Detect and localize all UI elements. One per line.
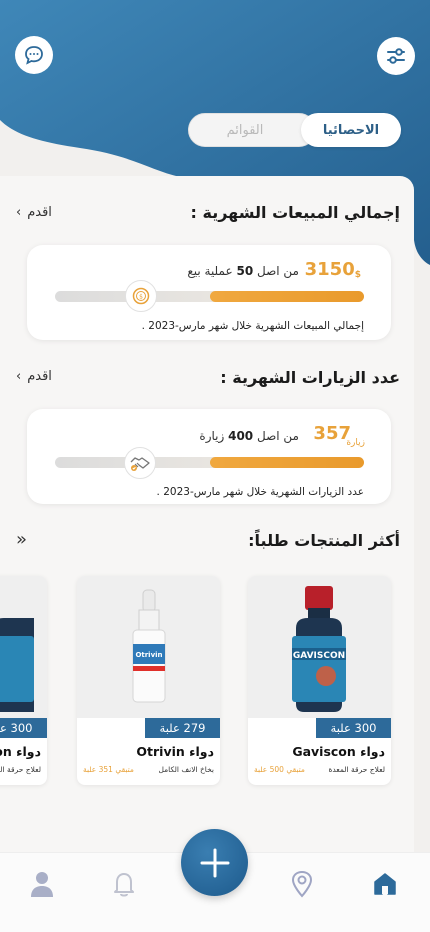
products-carousel[interactable]: GAVISCON 300 علبة دواء Gaviscon لعلاج حر… [0, 576, 414, 791]
handshake-icon [124, 447, 156, 479]
visits-description: عدد الزيارات الشهرية خلال شهر مارس-2023 … [156, 486, 364, 498]
svg-text:Otrivin: Otrivin [135, 651, 162, 659]
visits-unit: زيارة [346, 438, 365, 448]
visits-of-text: من اصل 400 زيارة [199, 429, 299, 443]
sales-description: إجمالي المبيعات الشهرية خلال شهر مارس-20… [141, 320, 364, 332]
view-tabs: القوائم الاحصائيا [188, 113, 402, 149]
sales-more-label: اقدم [27, 205, 52, 220]
money-coin-icon: $ [125, 280, 157, 312]
bell-icon [114, 873, 134, 897]
product-image [0, 576, 47, 718]
chevron-left-icon: ‹ [16, 369, 22, 384]
home-icon [374, 873, 396, 895]
product-card[interactable]: 300 علبة دواء Gaviscon لعلاج حرقة المعدة [0, 576, 47, 785]
sliders-icon [387, 48, 405, 64]
product-price: 279 علبة [145, 718, 220, 738]
product-use: لعلاج حرقة المعدة [328, 765, 385, 774]
sales-card: 3150$ من اصل 50 عملية بيع $ إجمالي المبي… [27, 245, 391, 340]
svg-text:$: $ [139, 294, 143, 301]
tab-statistics-label: الاحصائيا [322, 122, 380, 138]
visits-progress-fill [209, 457, 364, 468]
product-price: 300 علبة [0, 718, 47, 738]
sales-progress-fill [209, 291, 364, 302]
tab-lists[interactable]: القوائم [188, 113, 316, 147]
product-remaining: متبقي 500 علبة [254, 765, 305, 774]
chat-button[interactable] [15, 36, 53, 74]
sales-more-link[interactable]: ‹ اقدم [16, 205, 52, 220]
visits-more-link[interactable]: ‹ اقدم [16, 369, 52, 384]
sales-of-text: من اصل 50 عملية بيع [187, 264, 299, 278]
product-card[interactable]: GAVISCON 300 علبة دواء Gaviscon لعلاج حر… [248, 576, 391, 785]
product-remaining: متبقي 351 علبة [83, 765, 134, 774]
user-icon [31, 872, 53, 897]
product-image: Otrivin [77, 576, 220, 718]
visits-more-label: اقدم [27, 369, 52, 384]
visits-section-title: عدد الزيارات الشهرية : [220, 368, 400, 387]
visits-progress-bar [55, 457, 364, 468]
product-image: GAVISCON [248, 576, 391, 718]
filter-settings-button[interactable] [377, 37, 415, 75]
nav-profile[interactable] [27, 867, 57, 901]
sales-value: 3150$ [304, 259, 361, 280]
add-button[interactable] [181, 829, 248, 896]
location-icon [291, 870, 313, 898]
chat-icon [25, 46, 43, 65]
nav-notifications[interactable] [109, 867, 139, 901]
product-use: بخاخ الانف الكامل [158, 765, 214, 774]
product-card[interactable]: Otrivin 279 علبة دواء Otrivin بخاخ الانف… [77, 576, 220, 785]
plus-icon [200, 848, 229, 877]
nav-home[interactable] [370, 867, 400, 901]
sales-section-title: إجمالي المبيعات الشهرية : [190, 203, 400, 222]
sales-progress-bar [55, 291, 364, 302]
product-name: دواء Gaviscon [292, 744, 385, 759]
main-content: إجمالي المبيعات الشهرية : ‹ اقدم 3150$ م… [0, 176, 414, 856]
visits-card: 357 زيارة من اصل 400 زيارة عدد الزيارات … [27, 409, 391, 504]
chevron-left-icon: ‹ [16, 205, 22, 220]
product-name: دواء Gaviscon [0, 744, 41, 759]
product-use: لعلاج حرقة المعدة [0, 765, 41, 774]
tab-statistics[interactable]: الاحصائيا [301, 113, 401, 147]
tab-lists-label: القوائم [226, 122, 264, 138]
svg-text:GAVISCON: GAVISCON [293, 651, 345, 661]
double-chevron-icon[interactable]: » [16, 529, 27, 550]
top-products-title: أكثر المنتجات طلباً: [248, 531, 400, 550]
product-name: دواء Otrivin [136, 744, 214, 759]
nav-location[interactable] [287, 867, 317, 901]
product-price: 300 علبة [316, 718, 391, 738]
